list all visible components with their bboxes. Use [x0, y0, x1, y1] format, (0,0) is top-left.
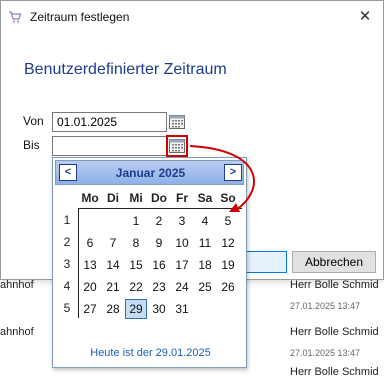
day-header: Fr [176, 191, 188, 205]
day-cell[interactable]: 21 [102, 277, 124, 297]
day-header: Sa [197, 191, 213, 205]
bg-row-right: Herr Bolle Schmid [290, 326, 379, 338]
week-number: 4 [63, 279, 71, 293]
day-cell[interactable]: 23 [148, 277, 170, 297]
day-cell[interactable]: 8 [125, 233, 147, 253]
bg-row-sub: 27.01.2025 13:47 [290, 301, 361, 311]
bg-row-right: Herr Bolle Schmid [290, 279, 379, 291]
day-cell[interactable]: 30 [148, 299, 170, 319]
day-header: Di [107, 191, 119, 205]
day-cell[interactable]: 14 [102, 255, 124, 275]
calendar-popup: < Januar 2025 > Mo Di Mi Do Fr Sa So 1 2… [52, 157, 247, 368]
window-title: Zeitraum festlegen [30, 10, 130, 24]
calendar-icon [169, 139, 185, 153]
calendar-header: < Januar 2025 > [55, 160, 244, 185]
day-cell[interactable]: 17 [171, 255, 193, 275]
bg-row-left: ahnhof [0, 326, 34, 338]
day-cell[interactable]: 20 [79, 277, 101, 297]
day-cell[interactable]: 31 [171, 299, 193, 319]
day-cell[interactable]: 7 [102, 233, 124, 253]
day-cell[interactable]: 24 [171, 277, 193, 297]
from-date-input[interactable]: 01.01.2025 [52, 112, 167, 132]
shopping-cart-icon [8, 10, 22, 24]
day-cell[interactable]: 4 [194, 211, 216, 231]
day-header: Do [151, 191, 167, 205]
chevron-right-icon: > [229, 166, 237, 178]
calendar-icon [169, 115, 185, 129]
day-header: Mi [129, 191, 143, 205]
day-header: Mo [81, 191, 99, 205]
week-number: 5 [63, 301, 71, 315]
day-cell[interactable]: 9 [148, 233, 170, 253]
day-cell[interactable]: 13 [79, 255, 101, 275]
week-number: 3 [63, 257, 71, 271]
day-cell[interactable]: 27 [79, 299, 101, 319]
day-cell[interactable]: 1 [125, 211, 147, 231]
from-label: Von [23, 114, 44, 128]
week-number: 2 [63, 235, 71, 249]
day-cell[interactable]: 26 [217, 277, 239, 297]
dialog-heading: Benutzerdefinierter Zeitraum [24, 61, 227, 78]
day-cell[interactable]: 11 [194, 233, 216, 253]
header-divider [78, 208, 242, 209]
today-link[interactable]: Heute ist der 29.01.2025 [53, 347, 248, 359]
day-cell[interactable]: 15 [125, 255, 147, 275]
day-cell[interactable]: 10 [171, 233, 193, 253]
to-label: Bis [23, 138, 40, 152]
cancel-button[interactable]: Abbrechen [292, 251, 376, 273]
week-number: 1 [63, 213, 71, 227]
day-cell[interactable]: 19 [217, 255, 239, 275]
day-cell[interactable]: 18 [194, 255, 216, 275]
day-today[interactable]: 29 [125, 299, 147, 319]
day-cell[interactable]: 16 [148, 255, 170, 275]
bg-row-right: Herr Bolle Schmid [290, 366, 379, 378]
bg-row-left: ahnhof [0, 279, 34, 291]
day-cell[interactable]: 22 [125, 277, 147, 297]
bg-row-sub: 27.01.2025 13:47 [290, 348, 361, 358]
from-calendar-button[interactable] [168, 113, 186, 131]
close-button[interactable]: ✕ [351, 5, 379, 29]
to-date-input[interactable] [52, 136, 167, 156]
day-header: So [220, 191, 236, 205]
ok-button[interactable] [241, 251, 287, 273]
to-calendar-button[interactable] [166, 135, 188, 157]
day-cell[interactable]: 28 [102, 299, 124, 319]
day-cell[interactable]: 12 [217, 233, 239, 253]
close-icon: ✕ [358, 8, 372, 25]
title-bar: Zeitraum festlegen ✕ [1, 1, 383, 33]
day-cell[interactable]: 25 [194, 277, 216, 297]
day-cell[interactable]: 3 [171, 211, 193, 231]
day-cell[interactable]: 2 [148, 211, 170, 231]
month-title: Januar 2025 [115, 166, 186, 180]
day-cell[interactable]: 5 [217, 211, 239, 231]
next-month-button[interactable]: > [224, 164, 242, 181]
day-cell[interactable]: 6 [79, 233, 101, 253]
